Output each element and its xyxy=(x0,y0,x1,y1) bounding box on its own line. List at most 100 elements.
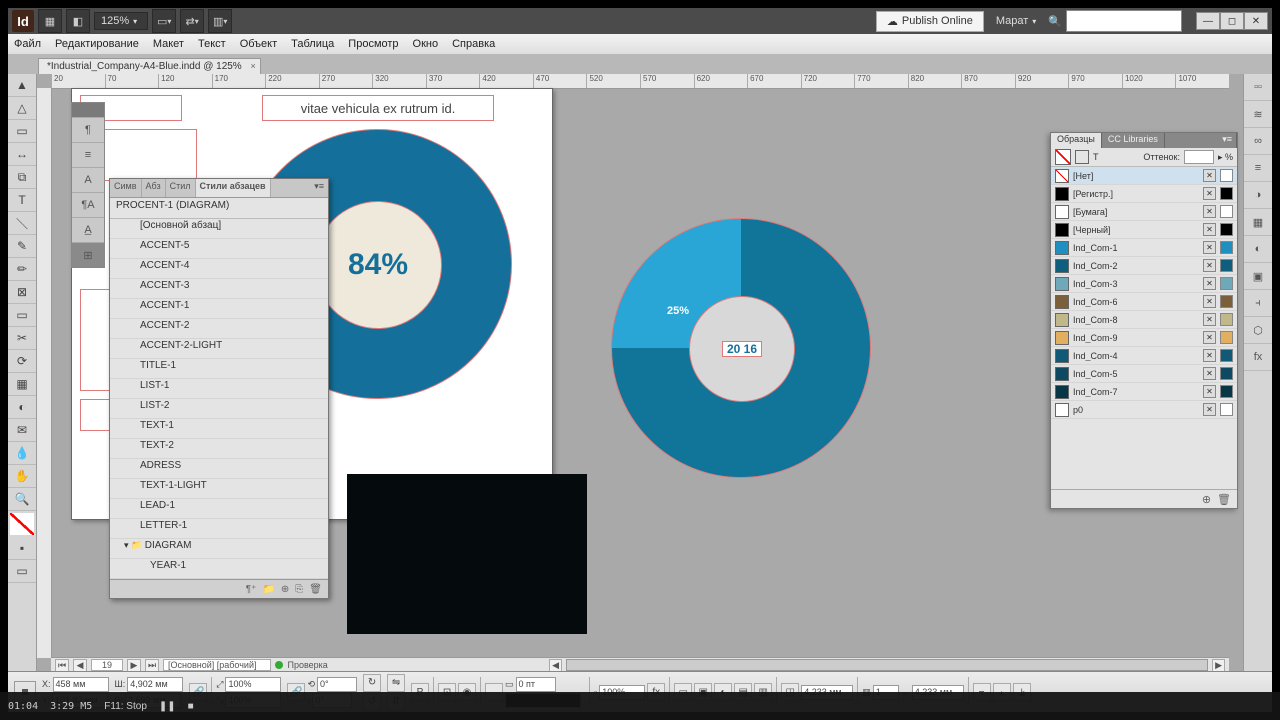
zoom-tool[interactable]: 🔍 xyxy=(8,488,36,511)
rotate-field[interactable]: 0° xyxy=(317,677,357,692)
paragraph-style-item[interactable]: ACCENT-3 xyxy=(110,279,328,299)
pencil-tool[interactable]: ✏ xyxy=(8,258,36,281)
stroke-icon[interactable]: ≡ xyxy=(1244,155,1272,182)
page-field[interactable]: 19 xyxy=(91,659,123,671)
paragraph-style-item[interactable]: [Основной абзац] xyxy=(110,219,328,239)
horizontal-scrollbar[interactable] xyxy=(566,659,1208,671)
pages-icon[interactable]: ▫▫ xyxy=(1244,74,1272,101)
menu-file[interactable]: Файл xyxy=(14,38,41,50)
delete-swatch-icon[interactable]: 🗑 xyxy=(1217,493,1231,506)
paragraph-style-item[interactable]: LIST-1 xyxy=(110,379,328,399)
x-field[interactable]: 458 мм xyxy=(53,677,109,692)
layers-icon[interactable]: ≋ xyxy=(1244,101,1272,128)
image-frame[interactable] xyxy=(347,474,587,634)
paragraph-style-item[interactable]: ACCENT-4 xyxy=(110,259,328,279)
stock-icon[interactable]: ◧ xyxy=(66,9,90,33)
clear-override-icon[interactable]: ¶⁺ xyxy=(246,584,257,595)
rectangle-tool[interactable]: ▭ xyxy=(8,304,36,327)
apply-color-icon[interactable]: ▪ xyxy=(8,537,36,560)
tab-pstyle[interactable]: Стили абзацев xyxy=(196,179,271,197)
menu-table[interactable]: Таблица xyxy=(291,38,334,50)
tab-cstyle[interactable]: Стил xyxy=(166,179,196,197)
story-icon[interactable]: ⊞ xyxy=(72,242,104,267)
char-style-icon[interactable]: A xyxy=(72,167,104,192)
swatch-row[interactable]: [Регистр.]✕ xyxy=(1051,185,1237,203)
paragraph-style-item[interactable]: LETTER-1 xyxy=(110,519,328,539)
fill-stroke-swatch[interactable] xyxy=(10,513,34,535)
search-input[interactable] xyxy=(1066,10,1182,32)
paragraph-style-item[interactable]: LEAD-1 xyxy=(110,499,328,519)
gradient-icon[interactable]: ◐ xyxy=(1244,236,1272,263)
char-panel-icon[interactable]: ¶ xyxy=(72,117,104,142)
swatch-row[interactable]: [Бумага]✕ xyxy=(1051,203,1237,221)
minimize-button[interactable]: — xyxy=(1196,12,1220,30)
character-dock[interactable]: ¶ ≡ A ¶A A̲ ⊞ xyxy=(71,102,105,268)
screen-mode-icon[interactable]: ⇄▾ xyxy=(180,9,204,33)
swatches-panel[interactable]: Образцы CC Libraries ▾≡ T Оттенок: ▸ % [… xyxy=(1050,132,1238,509)
tab-char[interactable]: Симв xyxy=(110,179,142,197)
last-page-button[interactable]: ⏭ xyxy=(145,659,159,672)
new-swatch-icon[interactable]: ⊕ xyxy=(1202,493,1211,506)
para-style-icon[interactable]: ¶A xyxy=(72,192,104,217)
new-group-icon[interactable]: 📁 xyxy=(262,584,274,595)
flip-h-icon[interactable]: ⇋ xyxy=(387,674,405,692)
w-field[interactable]: 4,902 мм xyxy=(127,677,183,692)
tab-swatches[interactable]: Образцы xyxy=(1051,133,1102,148)
swatch-row[interactable]: Ind_Com-5✕ xyxy=(1051,365,1237,383)
paragraph-panel-icon[interactable]: ≡ xyxy=(72,142,104,167)
prev-page-button[interactable]: ◀ xyxy=(73,659,87,672)
paragraph-style-item[interactable]: ACCENT-5 xyxy=(110,239,328,259)
document-tab[interactable]: *Industrial_Company-A4-Blue.indd @ 125%× xyxy=(38,58,261,74)
fill-proxy[interactable] xyxy=(1055,149,1071,165)
type-tool[interactable]: T xyxy=(8,189,36,212)
note-tool[interactable]: ✉ xyxy=(8,419,36,442)
delete-icon[interactable]: 🗑 xyxy=(309,584,322,595)
effects-icon[interactable]: fx xyxy=(1244,344,1272,371)
pathfinder-icon[interactable]: ⬡ xyxy=(1244,317,1272,344)
close-button[interactable]: ✕ xyxy=(1244,12,1268,30)
menu-edit[interactable]: Редактирование xyxy=(55,38,139,50)
swatch-row[interactable]: [Черный]✕ xyxy=(1051,221,1237,239)
workspace-select[interactable]: Марат ▾ xyxy=(988,15,1044,27)
color-icon[interactable]: ◑ xyxy=(1244,182,1272,209)
tint-arrow-icon[interactable]: ▸ % xyxy=(1218,152,1233,163)
paragraph-style-item[interactable]: ADRESS xyxy=(110,459,328,479)
screen-mode-toggle[interactable]: ▭ xyxy=(8,560,36,583)
align-icon[interactable]: ⫞ xyxy=(1244,290,1272,317)
next-page-button[interactable]: ▶ xyxy=(127,659,141,672)
donut-chart-right[interactable]: 25% 20 16 xyxy=(611,218,871,478)
page-tool[interactable]: ▭ xyxy=(8,120,36,143)
rectangle-frame-tool[interactable]: ⊠ xyxy=(8,281,36,304)
swatch-row[interactable]: Ind_Com-9✕ xyxy=(1051,329,1237,347)
swatch-row[interactable]: p0✕ xyxy=(1051,401,1237,419)
content-collector-tool[interactable]: ⧉ xyxy=(8,166,36,189)
paragraph-style-item[interactable]: ACCENT-1 xyxy=(110,299,328,319)
paragraph-style-item[interactable]: ACCENT-2 xyxy=(110,319,328,339)
object-styles-icon[interactable]: ▣ xyxy=(1244,263,1272,290)
tab-para[interactable]: Абз xyxy=(142,179,166,197)
free-transform-tool[interactable]: ⟳ xyxy=(8,350,36,373)
maximize-button[interactable]: ◻ xyxy=(1220,12,1244,30)
panel-menu-icon[interactable]: ▾≡ xyxy=(310,179,328,197)
rotate-cw-icon[interactable]: ↻ xyxy=(363,674,381,692)
stroke-field[interactable]: 0 пт xyxy=(516,677,556,692)
paragraph-style-item[interactable]: DIAGRAM xyxy=(110,539,328,559)
menu-object[interactable]: Объект xyxy=(240,38,277,50)
links-icon[interactable]: ∞ xyxy=(1244,128,1272,155)
paragraph-style-item[interactable]: TITLE-1 xyxy=(110,359,328,379)
stroke-proxy[interactable] xyxy=(1075,150,1089,164)
paragraph-style-item[interactable]: ACCENT-2-LIGHT xyxy=(110,339,328,359)
menu-help[interactable]: Справка xyxy=(452,38,495,50)
hand-tool[interactable]: ✋ xyxy=(8,465,36,488)
publish-online-button[interactable]: ☁ Publish Online xyxy=(876,11,984,32)
selection-tool[interactable]: ▲ xyxy=(8,74,36,97)
stop-icon[interactable]: ■ xyxy=(188,701,194,712)
pen-tool[interactable]: ✎ xyxy=(8,235,36,258)
new-style-icon[interactable]: ⊕ xyxy=(281,584,289,595)
menu-window[interactable]: Окно xyxy=(413,38,439,50)
formatting-text-icon[interactable]: T xyxy=(1093,152,1099,162)
arrange-icon[interactable]: ▥▾ xyxy=(208,9,232,33)
gap-tool[interactable]: ↔ xyxy=(8,143,36,166)
preflight-label[interactable]: Проверка xyxy=(287,660,327,670)
menu-layout[interactable]: Макет xyxy=(153,38,184,50)
